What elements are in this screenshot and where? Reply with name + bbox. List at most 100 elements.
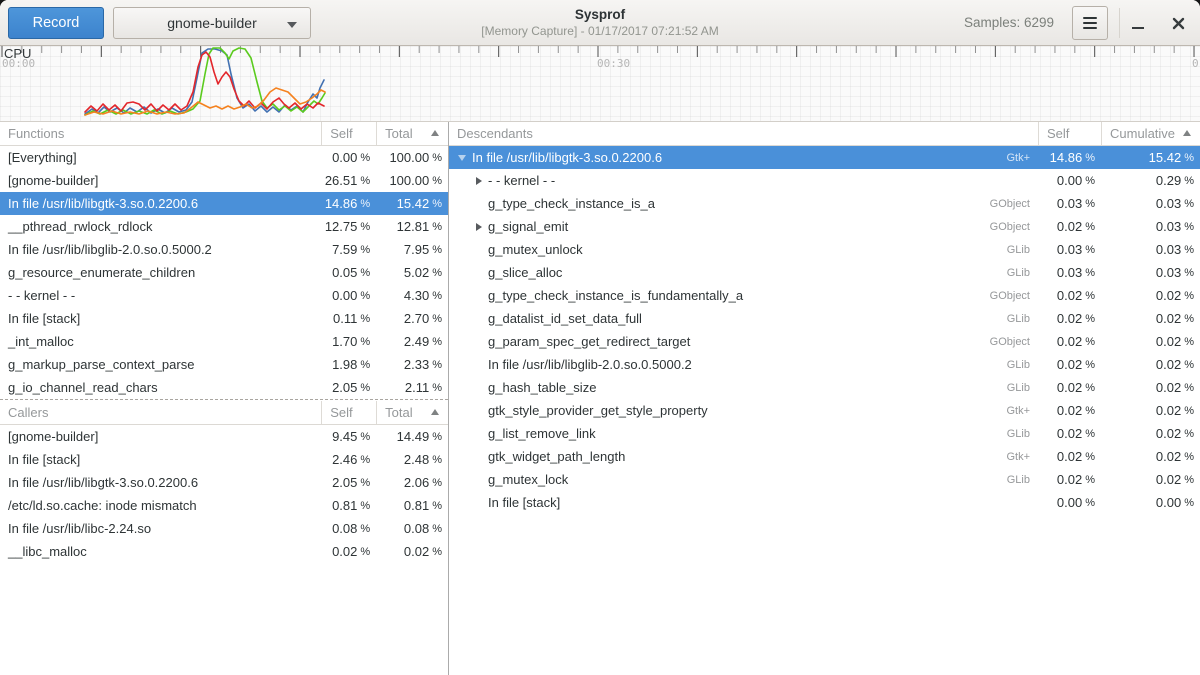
expander-closed-icon[interactable] — [476, 177, 482, 185]
function-row[interactable]: _int_malloc1.70%2.49% — [0, 330, 448, 353]
descendant-name-cell: g_datalist_id_set_data_fullGLib — [449, 307, 1038, 330]
descendant-row[interactable]: In file [stack]0.00%0.00% — [449, 491, 1200, 514]
function-row[interactable]: g_markup_parse_context_parse1.98%2.33% — [0, 353, 448, 376]
descendant-row[interactable]: g_slice_allocGLib0.03%0.03% — [449, 261, 1200, 284]
callers-column-header[interactable]: Callers — [0, 401, 321, 424]
descendant-self-value: 0.02 — [1057, 219, 1082, 234]
caller-row[interactable]: /etc/ld.so.cache: inode mismatch0.81%0.8… — [0, 494, 448, 517]
percent-sign: % — [432, 500, 442, 512]
descendants-column-header[interactable]: Descendants — [449, 122, 1038, 145]
descendant-row[interactable]: g_mutex_lockGLib0.02%0.02% — [449, 468, 1200, 491]
function-row[interactable]: - - kernel - -0.00%4.30% — [0, 284, 448, 307]
function-row-self: 14.86% — [321, 192, 376, 215]
descendant-row[interactable]: - - kernel - -0.00%0.29% — [449, 169, 1200, 192]
descendant-cumulative-value: 0.03 — [1156, 196, 1181, 211]
function-row-self: 1.70% — [321, 330, 376, 353]
descendant-cumulative: 0.29% — [1101, 169, 1200, 192]
functions-header: Functions Self Total — [0, 122, 448, 146]
close-icon — [1172, 17, 1185, 30]
caller-row[interactable]: In file /usr/lib/libgtk-3.so.0.2200.62.0… — [0, 471, 448, 494]
minimize-button[interactable] — [1124, 9, 1152, 37]
library-tag: Gtk+ — [1006, 405, 1038, 417]
record-button[interactable]: Record — [8, 7, 104, 39]
caller-row-self-value: 0.81 — [332, 498, 357, 513]
percent-sign: % — [1085, 428, 1095, 440]
caller-row-total-value: 0.08 — [404, 521, 429, 536]
descendant-row[interactable]: In file /usr/lib/libglib-2.0.so.0.5000.2… — [449, 353, 1200, 376]
callers-header: Callers Self Total — [0, 401, 448, 425]
percent-sign: % — [360, 152, 370, 164]
expander-closed-icon[interactable] — [476, 223, 482, 231]
menu-button[interactable] — [1072, 6, 1108, 40]
function-row[interactable]: In file [stack]0.11%2.70% — [0, 307, 448, 330]
descendant-row[interactable]: gtk_style_provider_get_style_propertyGtk… — [449, 399, 1200, 422]
close-button[interactable] — [1164, 9, 1192, 37]
caller-row-self-value: 0.08 — [332, 521, 357, 536]
descendants-cumulative-column-header[interactable]: Cumulative — [1101, 122, 1200, 145]
caller-row[interactable]: In file [stack]2.46%2.48% — [0, 448, 448, 471]
descendant-row[interactable]: g_signal_emitGObject0.02%0.03% — [449, 215, 1200, 238]
function-row-name: [gnome-builder] — [0, 169, 321, 192]
caller-row-self: 2.46% — [321, 448, 376, 471]
left-panel: Functions Self Total [Everything]0.00%10… — [0, 122, 449, 675]
function-row[interactable]: g_io_channel_read_chars2.05%2.11% — [0, 376, 448, 399]
descendant-row[interactable]: g_type_check_instance_is_fundamentally_a… — [449, 284, 1200, 307]
percent-sign: % — [432, 431, 442, 443]
function-row[interactable]: In file /usr/lib/libglib-2.0.so.0.5000.2… — [0, 238, 448, 261]
function-row-name: _int_malloc — [0, 330, 321, 353]
percent-sign: % — [432, 244, 442, 256]
descendant-row[interactable]: In file /usr/lib/libgtk-3.so.0.2200.6Gtk… — [449, 146, 1200, 169]
functions-total-column-header[interactable]: Total — [376, 122, 448, 145]
target-select[interactable]: gnome-builder — [113, 7, 311, 39]
function-row-self-value: 0.00 — [332, 150, 357, 165]
function-row-self-value: 7.59 — [332, 242, 357, 257]
function-row[interactable]: g_resource_enumerate_children0.05%5.02% — [0, 261, 448, 284]
descendant-self: 0.02% — [1038, 399, 1101, 422]
descendant-name-cell: g_hash_table_sizeGLib — [449, 376, 1038, 399]
descendant-row[interactable]: gtk_widget_path_lengthGtk+0.02%0.02% — [449, 445, 1200, 468]
descendant-cumulative: 15.42% — [1101, 146, 1200, 169]
descendants-self-column-header[interactable]: Self — [1038, 122, 1101, 145]
descendant-row[interactable]: g_param_spec_get_redirect_targetGObject0… — [449, 330, 1200, 353]
percent-sign: % — [432, 477, 442, 489]
function-row-total: 2.11% — [376, 376, 448, 399]
descendant-cumulative-value: 0.02 — [1156, 426, 1181, 441]
caller-row[interactable]: In file /usr/lib/libc-2.24.so0.08%0.08% — [0, 517, 448, 540]
descendant-name-cell: g_mutex_lockGLib — [449, 468, 1038, 491]
callers-self-column-header[interactable]: Self — [321, 401, 376, 424]
functions-column-header[interactable]: Functions — [0, 122, 321, 145]
percent-sign: % — [1085, 267, 1095, 279]
callers-total-column-header[interactable]: Total — [376, 401, 448, 424]
percent-sign: % — [1085, 451, 1095, 463]
expander-open-icon[interactable] — [458, 155, 466, 161]
library-tag: GLib — [1007, 474, 1038, 486]
percent-sign: % — [432, 221, 442, 233]
time-label-start: 00:00 — [2, 57, 35, 70]
caller-row[interactable]: __libc_malloc0.02%0.02% — [0, 540, 448, 563]
descendant-self: 0.02% — [1038, 284, 1101, 307]
caller-row[interactable]: [gnome-builder]9.45%14.49% — [0, 425, 448, 448]
descendant-name: In file [stack] — [488, 495, 560, 510]
function-row[interactable]: [Everything]0.00%100.00% — [0, 146, 448, 169]
cpu-graph[interactable]: CPU 00:00 00:30 01:00 — [0, 46, 1200, 122]
caller-row-name: In file [stack] — [0, 448, 321, 471]
percent-sign: % — [1184, 474, 1194, 486]
minimize-icon — [1132, 27, 1144, 30]
function-row[interactable]: __pthread_rwlock_rdlock12.75%12.81% — [0, 215, 448, 238]
function-row[interactable]: [gnome-builder]26.51%100.00% — [0, 169, 448, 192]
descendants-list: In file /usr/lib/libgtk-3.so.0.2200.6Gtk… — [449, 146, 1200, 514]
descendant-row[interactable]: g_datalist_id_set_data_fullGLib0.02%0.02… — [449, 307, 1200, 330]
descendant-name-cell: g_mutex_unlockGLib — [449, 238, 1038, 261]
functions-self-column-header[interactable]: Self — [321, 122, 376, 145]
library-tag: GLib — [1007, 382, 1038, 394]
descendant-row[interactable]: g_list_remove_linkGLib0.02%0.02% — [449, 422, 1200, 445]
descendant-name-cell: g_type_check_instance_is_fundamentally_a… — [449, 284, 1038, 307]
descendant-name: g_param_spec_get_redirect_target — [488, 334, 690, 349]
descendant-row[interactable]: g_mutex_unlockGLib0.03%0.03% — [449, 238, 1200, 261]
caller-row-self-value: 9.45 — [332, 429, 357, 444]
function-row[interactable]: In file /usr/lib/libgtk-3.so.0.2200.614.… — [0, 192, 448, 215]
descendant-row[interactable]: g_hash_table_sizeGLib0.02%0.02% — [449, 376, 1200, 399]
descendant-row[interactable]: g_type_check_instance_is_aGObject0.03%0.… — [449, 192, 1200, 215]
descendant-cumulative-value: 0.02 — [1156, 472, 1181, 487]
descendant-name: In file /usr/lib/libglib-2.0.so.0.5000.2 — [488, 357, 692, 372]
